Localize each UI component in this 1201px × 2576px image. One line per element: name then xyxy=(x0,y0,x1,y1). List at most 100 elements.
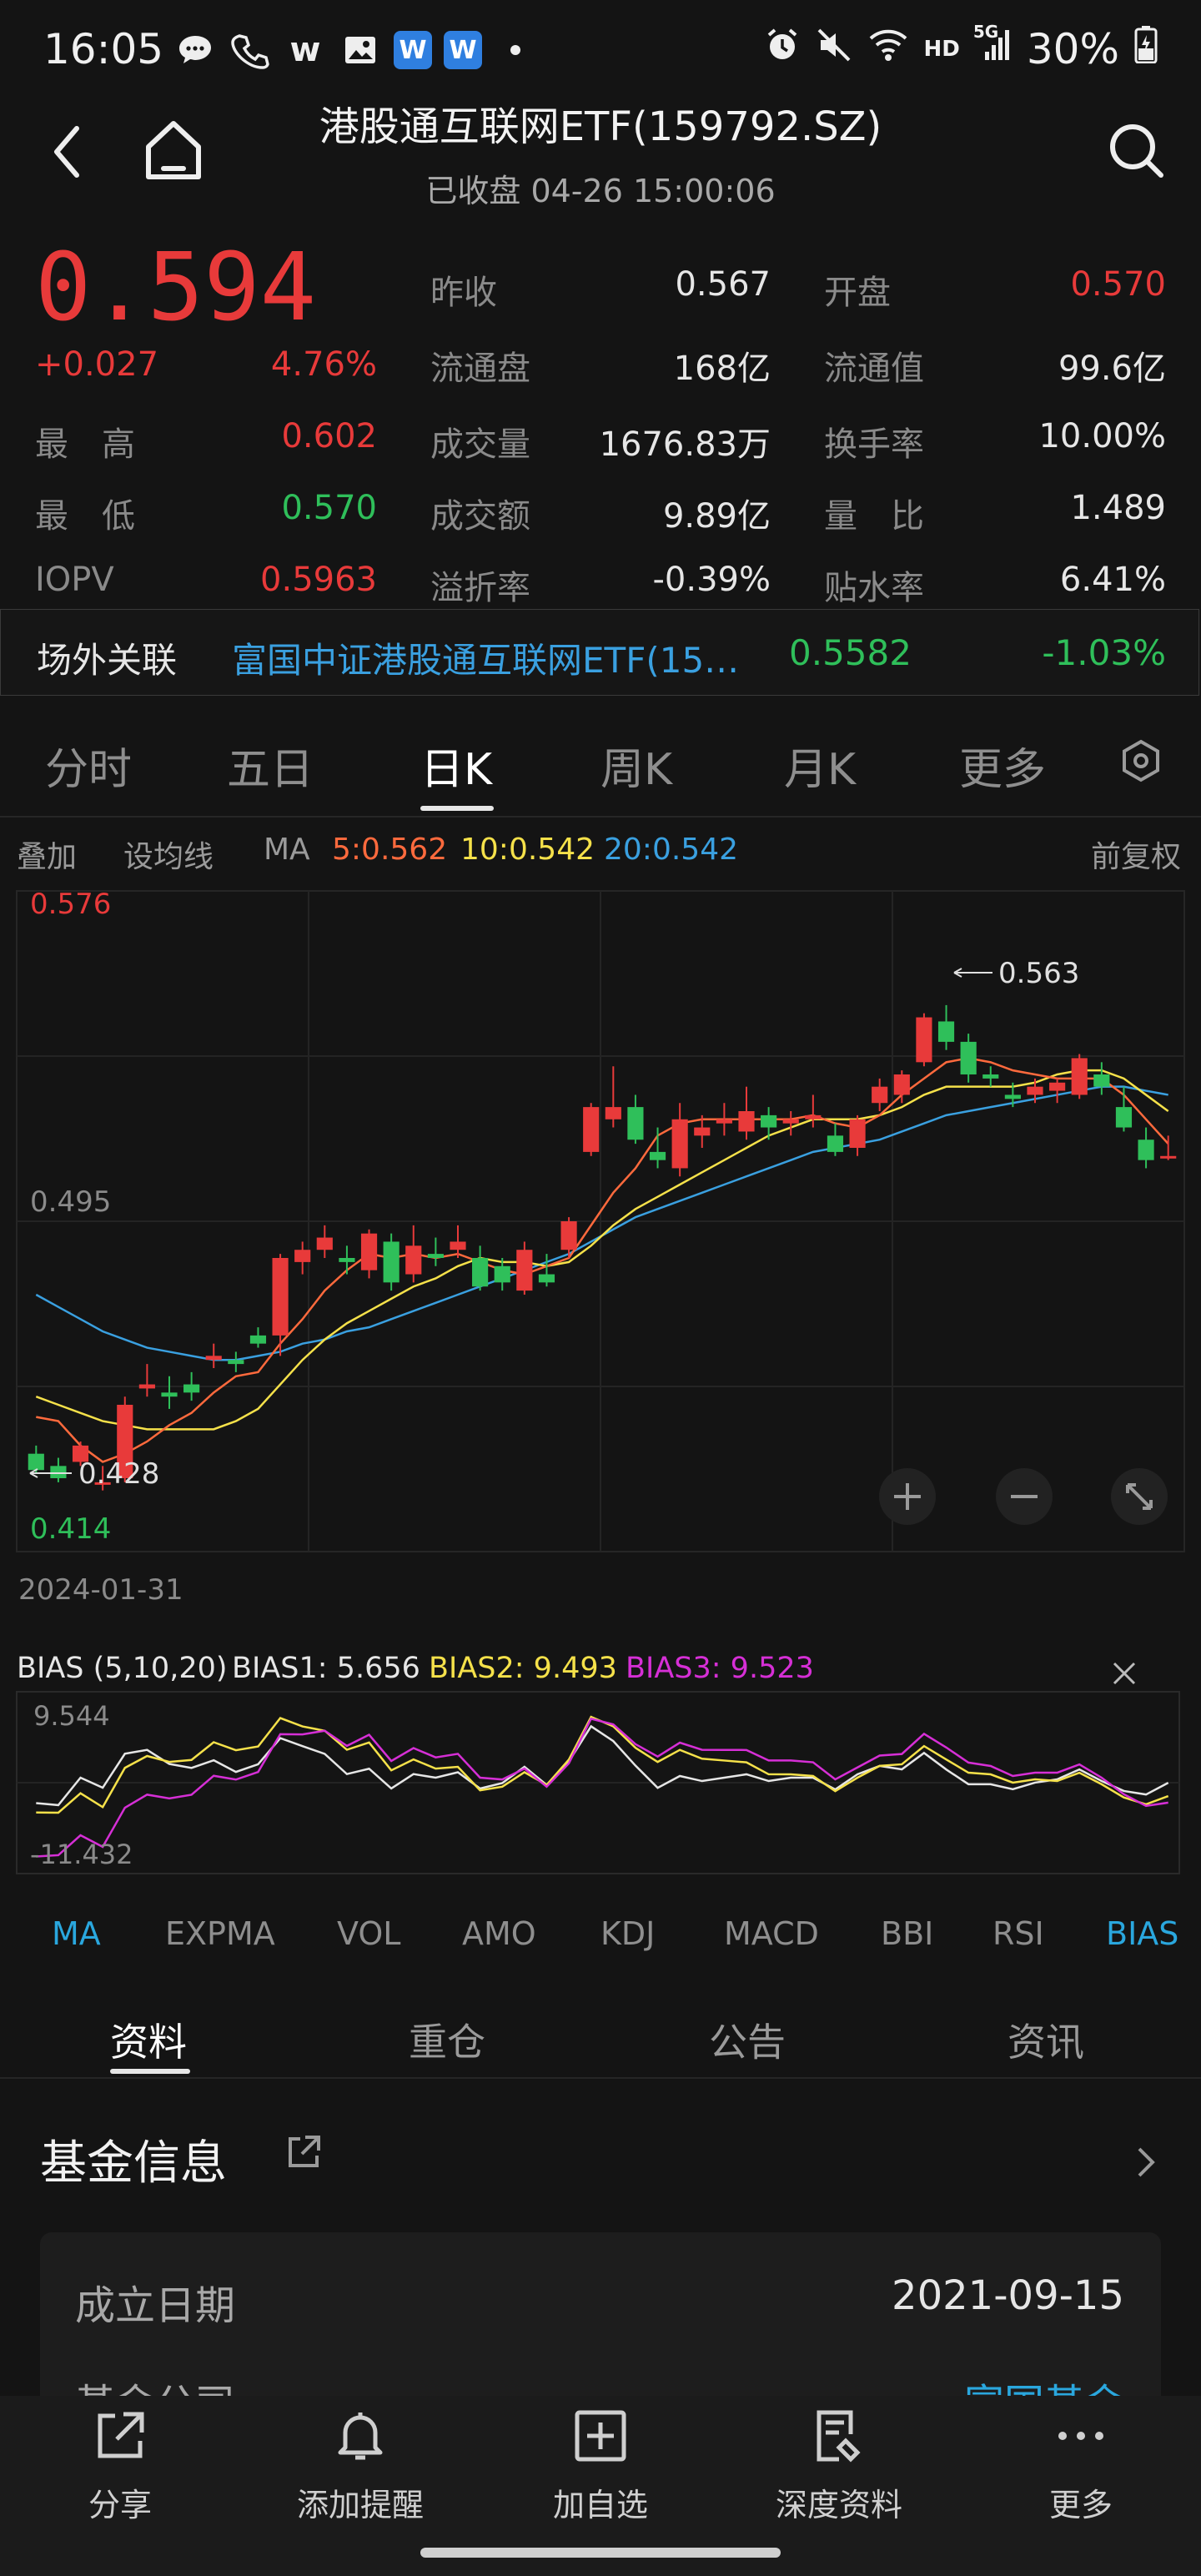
more-label: 更多 xyxy=(1048,2487,1113,2523)
w-app-icon: w xyxy=(289,31,321,69)
zoom-in-button[interactable] xyxy=(879,1468,936,1525)
close-indicator-button[interactable] xyxy=(1109,1658,1139,1688)
candle-body xyxy=(427,1254,444,1258)
candle-body xyxy=(138,1384,155,1389)
candle-body xyxy=(805,1114,822,1119)
establish-date-value: 2021-09-15 xyxy=(892,2272,1124,2319)
high-marker: 0.563 xyxy=(953,957,1079,990)
y-axis-top-label: 0.576 xyxy=(30,888,111,921)
indicator-tab-vol[interactable]: VOL xyxy=(337,1915,400,1952)
ma10-line xyxy=(35,1069,1169,1431)
home-indicator xyxy=(420,2548,781,2558)
ma20-value: 20:0.542 xyxy=(604,833,738,867)
indicator-tab-macd[interactable]: MACD xyxy=(724,1915,819,1952)
quote-value: 1.489 xyxy=(1070,489,1166,527)
candle-body xyxy=(294,1250,311,1262)
candle-body xyxy=(1049,1082,1066,1091)
indicator-tab-kdj[interactable]: KDJ xyxy=(600,1915,655,1952)
bias1-value: BIAS1: 5.656 xyxy=(232,1652,420,1685)
candle-body xyxy=(272,1258,289,1336)
add-alert-button[interactable]: 添加提醒 xyxy=(269,2406,452,2525)
fullscreen-button[interactable] xyxy=(1111,1468,1168,1525)
candlestick-chart[interactable]: 0.576 0.495 0.414 0.563 0.428 xyxy=(0,884,1201,1568)
high-marker-label: 0.563 xyxy=(998,957,1079,990)
divider xyxy=(0,816,1201,818)
quote-value: 168亿 xyxy=(673,350,771,388)
more-button[interactable]: 更多 xyxy=(989,2406,1173,2525)
candle-body xyxy=(649,1151,666,1160)
candle-body xyxy=(538,1274,555,1283)
candle-body xyxy=(228,1360,244,1365)
active-tab-indicator xyxy=(420,806,494,811)
deep-data-label: 深度资料 xyxy=(775,2487,902,2523)
network-type: 5G xyxy=(972,22,999,42)
battery-percent: 30% xyxy=(1026,25,1119,73)
settings-icon xyxy=(1123,739,1159,782)
quote-value: 0.570 xyxy=(281,489,377,527)
search-button[interactable] xyxy=(1101,115,1171,185)
candle-body xyxy=(605,1107,621,1119)
dot-icon xyxy=(494,28,537,72)
candle-body xyxy=(494,1265,510,1283)
tab-news[interactable]: 资讯 xyxy=(1008,2012,1084,2067)
tab-monthly-k[interactable]: 月K xyxy=(784,734,856,797)
bias-ma10-line xyxy=(36,1715,1169,1814)
candle-body xyxy=(916,1017,932,1063)
add-box-icon xyxy=(575,2410,626,2462)
indicator-tab-rsi[interactable]: RSI xyxy=(992,1915,1044,1952)
chat-icon xyxy=(173,28,217,72)
price-change: +0.027 xyxy=(35,345,159,384)
zoom-out-button[interactable] xyxy=(996,1468,1053,1525)
bias-top-label: 9.544 xyxy=(33,1700,110,1732)
deep-data-button[interactable]: 深度资料 xyxy=(747,2406,931,2525)
quote-label: 换手率 xyxy=(824,425,924,464)
report-icon xyxy=(817,2410,861,2463)
tab-announcements[interactable]: 公告 xyxy=(709,2012,786,2067)
candle-body xyxy=(1138,1140,1154,1160)
candle-body xyxy=(360,1233,378,1270)
candle-body xyxy=(583,1107,600,1152)
candle-body xyxy=(893,1074,910,1095)
quote-label: 最 高 xyxy=(35,425,135,464)
indicator-tab-bias[interactable]: BIAS xyxy=(1106,1915,1178,1952)
otc-related-pct: -1.03% xyxy=(1042,632,1166,673)
quote-value: -0.39% xyxy=(652,561,771,599)
bias2-value: BIAS2: 9.493 xyxy=(429,1652,617,1685)
tab-profile[interactable]: 资料 xyxy=(110,2012,187,2067)
share-link-icon[interactable] xyxy=(284,2132,324,2172)
indicator-tab-expma[interactable]: EXPMA xyxy=(165,1915,275,1952)
candle-body xyxy=(849,1119,866,1148)
ma10-value: 10:0.542 xyxy=(460,833,595,867)
chart-start-date: 2024-01-31 xyxy=(18,1573,183,1607)
tab-five-day[interactable]: 五日 xyxy=(227,734,314,797)
otc-related-label: 场外关联 xyxy=(37,640,178,681)
indicator-tab-amo[interactable]: AMO xyxy=(462,1915,536,1952)
candle-body xyxy=(450,1241,466,1250)
tab-intraday[interactable]: 分时 xyxy=(45,734,132,797)
tab-holdings[interactable]: 重仓 xyxy=(409,2012,485,2067)
share-button[interactable]: 分享 xyxy=(28,2406,212,2525)
indicator-tab-ma[interactable]: MA xyxy=(52,1915,101,1952)
tab-daily-k[interactable]: 日K xyxy=(420,734,492,797)
y-axis-bottom-label: 0.414 xyxy=(30,1512,111,1546)
tab-more[interactable]: 更多 xyxy=(959,734,1046,797)
indicator-tab-bbi[interactable]: BBI xyxy=(881,1915,933,1952)
quote-value: 99.6亿 xyxy=(1058,350,1166,388)
add-watchlist-button[interactable]: 加自选 xyxy=(509,2406,692,2525)
otc-related-fund-name[interactable]: 富国中证港股通互联网ETF(15… xyxy=(232,632,774,683)
low-marker: 0.428 xyxy=(29,1457,159,1491)
quote-label: 量 比 xyxy=(824,497,924,536)
adjust-mode-button[interactable]: 前复权 xyxy=(1091,833,1181,876)
bias-chart[interactable]: 9.544 -11.432 xyxy=(0,1685,1201,1877)
tab-weekly-k[interactable]: 周K xyxy=(600,734,672,797)
signal-icon: 5G xyxy=(972,22,1012,73)
quote-value: 6.41% xyxy=(1059,561,1166,599)
chart-settings-button[interactable] xyxy=(1118,737,1164,784)
overlay-button[interactable]: 叠加 xyxy=(17,833,77,876)
quote-value: 1676.83万 xyxy=(599,425,771,464)
set-ma-button[interactable]: 设均线 xyxy=(123,833,214,876)
quote-label: IOPV xyxy=(35,561,114,599)
quote-label: 溢折率 xyxy=(430,569,530,607)
hd-label: HD xyxy=(923,37,960,62)
fund-info-chevron-icon[interactable] xyxy=(1131,2142,1161,2182)
